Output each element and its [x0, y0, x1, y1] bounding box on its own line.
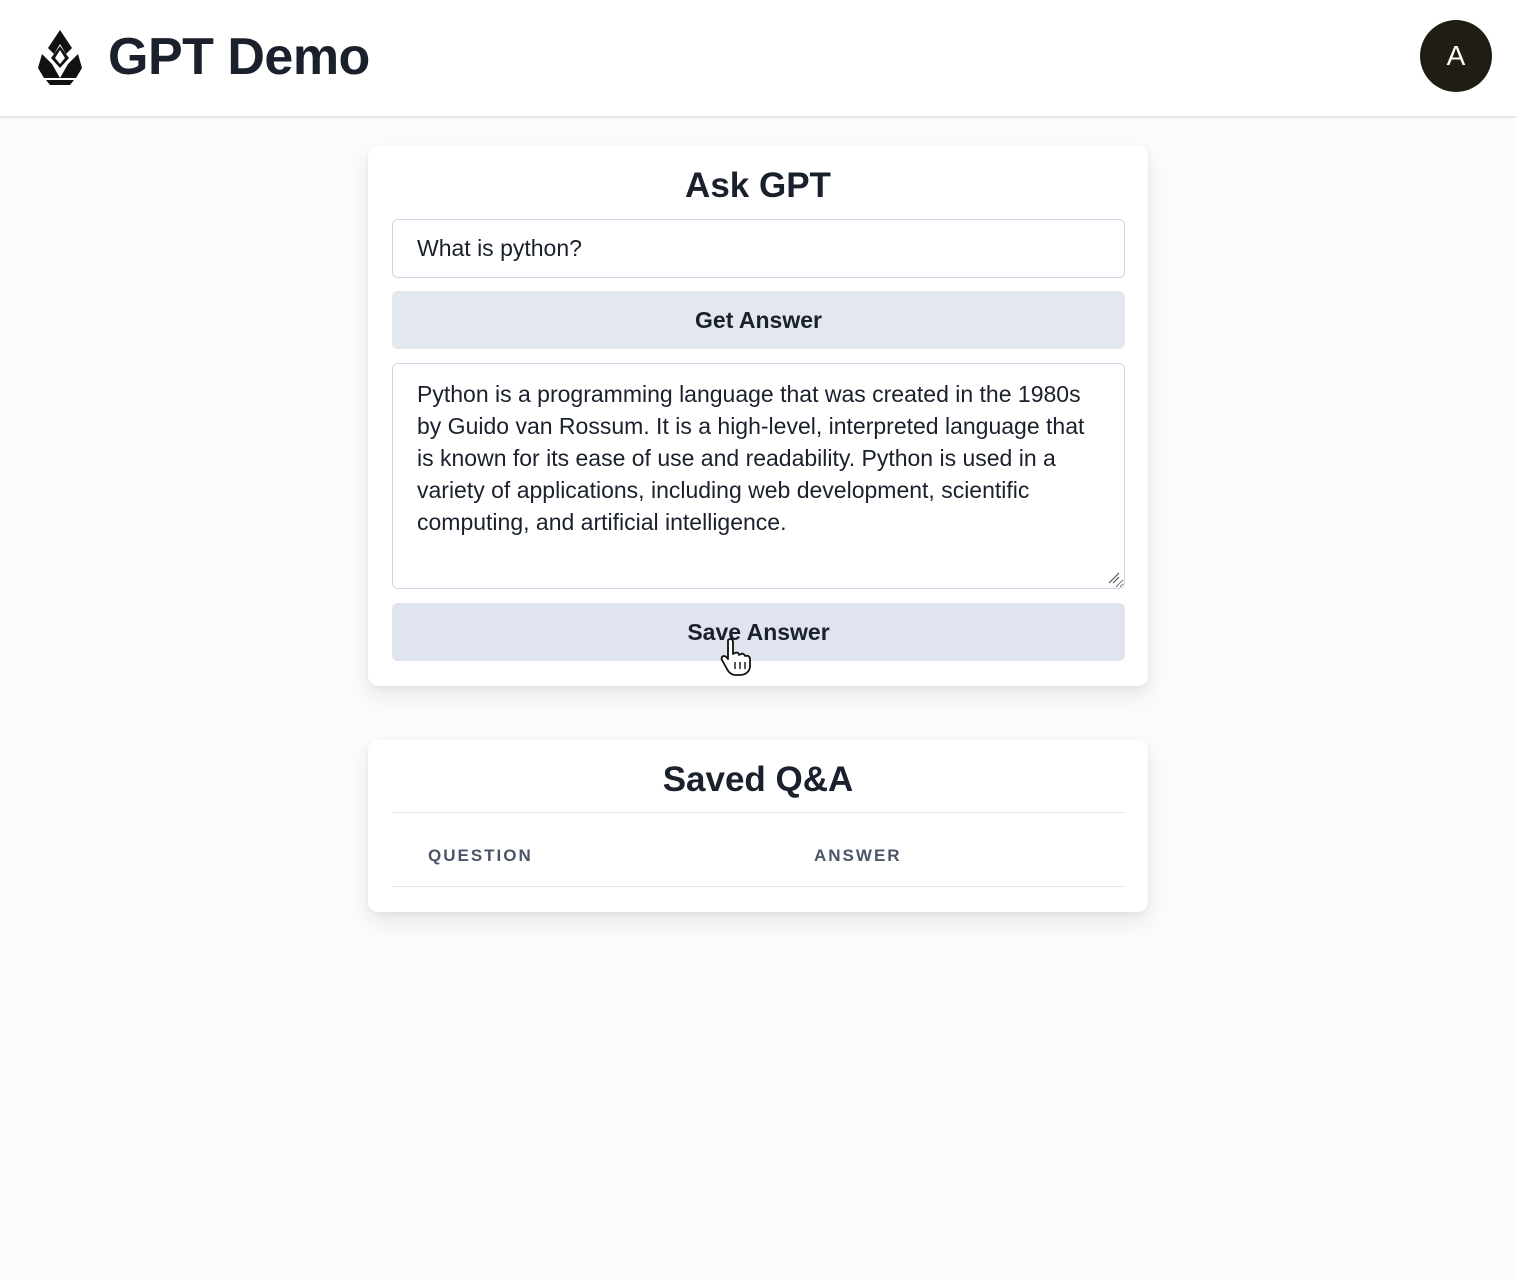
- ask-gpt-title: Ask GPT: [685, 166, 831, 205]
- app-header: GPT Demo A: [0, 0, 1516, 118]
- question-input[interactable]: [392, 219, 1125, 278]
- flame-logo-icon: [38, 30, 82, 85]
- user-avatar[interactable]: A: [1420, 20, 1492, 92]
- column-header-question: QUESTION: [428, 846, 533, 865]
- answer-textarea[interactable]: Python is a programming language that wa…: [392, 363, 1125, 589]
- column-header-answer: ANSWER: [814, 846, 902, 865]
- saved-qa-card: Saved Q&A QUESTION ANSWER: [368, 740, 1148, 912]
- table-divider-top: [392, 812, 1125, 813]
- save-answer-button[interactable]: Save Answer: [392, 603, 1125, 661]
- resize-grip-icon[interactable]: [1108, 572, 1120, 584]
- ask-gpt-card: Ask GPT Get Answer Python is a programmi…: [368, 146, 1148, 686]
- avatar-initial: A: [1446, 40, 1466, 71]
- table-divider-bottom: [392, 886, 1125, 887]
- saved-qa-title: Saved Q&A: [662, 760, 854, 799]
- get-answer-button[interactable]: Get Answer: [392, 291, 1125, 349]
- app-title: GPT Demo: [108, 28, 370, 86]
